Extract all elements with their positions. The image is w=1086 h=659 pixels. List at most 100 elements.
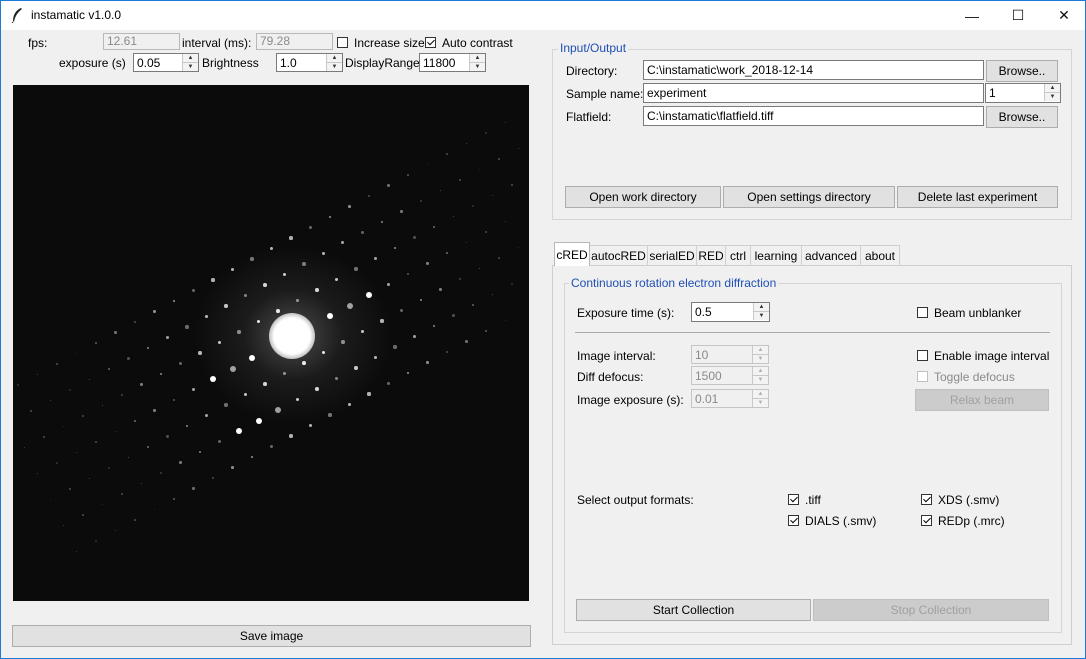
tab-label: cRED	[556, 247, 588, 262]
diffraction-spot	[465, 142, 468, 145]
spin-up-icon[interactable]: ▲	[754, 303, 769, 312]
flatfield-input[interactable]: C:\instamatic\flatfield.tiff	[643, 106, 984, 126]
increase-size-checkbox[interactable]	[337, 37, 348, 48]
diffraction-spot	[471, 303, 475, 307]
diffraction-spot	[308, 423, 313, 428]
tab-advanced[interactable]: advanced	[801, 245, 861, 265]
diffraction-image[interactable]	[13, 85, 529, 601]
diffraction-spot	[367, 392, 371, 396]
sample-name-input[interactable]: experiment	[643, 83, 984, 103]
dials-checkbox[interactable]	[788, 515, 799, 526]
spin-down-icon[interactable]: ▼	[754, 312, 769, 320]
diffraction-spot	[452, 314, 455, 317]
diff-defocus-spinbox: 1500 ▲ ▼	[691, 366, 769, 385]
diffraction-spot	[179, 461, 182, 464]
diffraction-spot	[439, 189, 442, 192]
stop-collection-button: Stop Collection	[813, 599, 1049, 621]
tab-serialed[interactable]: serialED	[647, 245, 697, 265]
tiff-checkbox[interactable]	[788, 494, 799, 505]
close-button[interactable]: ✕	[1041, 1, 1086, 30]
spin-down-icon[interactable]: ▼	[327, 63, 342, 71]
save-image-button[interactable]: Save image	[12, 625, 531, 647]
tab-label: RED	[698, 248, 724, 263]
diffraction-spot	[465, 241, 468, 244]
diffraction-spot	[302, 262, 306, 266]
auto-contrast-checkbox[interactable]	[425, 37, 436, 48]
diff-defocus-label: Diff defocus:	[577, 370, 644, 384]
tab-red[interactable]: RED	[696, 245, 726, 265]
redp-checkbox[interactable]	[921, 515, 932, 526]
exposure-time-spinbox[interactable]: 0.5 ▲ ▼	[691, 302, 770, 322]
tab-autocred[interactable]: autocRED	[589, 245, 648, 265]
diffraction-spot	[166, 435, 169, 438]
diffraction-spot	[224, 304, 228, 308]
maximize-button[interactable]: ☐	[995, 1, 1041, 30]
spin-up-icon[interactable]: ▲	[327, 54, 342, 63]
spin-up-icon[interactable]: ▲	[470, 54, 485, 63]
diffraction-spot	[153, 310, 156, 313]
tiff-label: .tiff	[805, 493, 821, 507]
diffraction-spot	[472, 205, 474, 207]
diffraction-spot	[250, 257, 254, 261]
flatfield-browse-button[interactable]: Browse..	[986, 106, 1058, 128]
spin-down-icon[interactable]: ▼	[183, 63, 198, 71]
open-work-directory-label: Open work directory	[589, 190, 697, 204]
diffraction-spot	[62, 524, 65, 527]
delete-last-experiment-button[interactable]: Delete last experiment	[897, 186, 1058, 208]
spin-down-icon[interactable]: ▼	[470, 63, 485, 71]
sample-name-label: Sample name:	[566, 87, 644, 101]
diffraction-spot	[133, 419, 137, 423]
diffraction-spot	[445, 251, 449, 255]
enable-image-interval-label: Enable image interval	[934, 349, 1050, 363]
tab-ctrl[interactable]: ctrl	[725, 245, 751, 265]
tab-label: autocRED	[591, 248, 646, 263]
diffraction-spot	[328, 413, 332, 417]
sample-number-spinbox[interactable]: 1 ▲ ▼	[985, 83, 1061, 103]
diffraction-spot	[36, 472, 39, 475]
brightness-spinbox[interactable]: 1.0 ▲ ▼	[276, 53, 343, 72]
diffraction-spot	[387, 283, 390, 286]
directory-browse-button[interactable]: Browse..	[986, 60, 1058, 82]
enable-image-interval-checkbox[interactable]	[917, 350, 928, 361]
open-settings-directory-button[interactable]: Open settings directory	[723, 186, 895, 208]
interval-label: interval (ms):	[182, 36, 252, 50]
xds-checkbox[interactable]	[921, 494, 932, 505]
tab-learning[interactable]: learning	[750, 245, 802, 265]
close-icon: ✕	[1058, 7, 1070, 23]
diffraction-spot	[367, 194, 371, 198]
diffraction-spot	[82, 514, 84, 516]
exposure-spinbox[interactable]: 0.05 ▲ ▼	[133, 53, 199, 72]
diffraction-spot	[153, 508, 156, 511]
spin-down-icon[interactable]: ▼	[1045, 93, 1060, 101]
start-collection-button[interactable]: Start Collection	[576, 599, 811, 621]
open-work-directory-button[interactable]: Open work directory	[565, 186, 721, 208]
diffraction-spot	[250, 455, 254, 459]
display-range-spinbox[interactable]: 11800 ▲ ▼	[419, 53, 486, 72]
feather-icon	[11, 8, 22, 23]
beam-unblanker-checkbox[interactable]	[917, 307, 928, 318]
diffraction-spot	[504, 319, 507, 322]
spin-up-icon[interactable]: ▲	[1045, 84, 1060, 93]
minimize-button[interactable]: —	[949, 1, 995, 30]
diffraction-spot	[121, 493, 123, 495]
spin-up-icon[interactable]: ▲	[183, 54, 198, 63]
directory-input[interactable]: C:\instamatic\work_2018-12-14	[643, 60, 984, 80]
tab-label: serialED	[649, 248, 695, 263]
diffraction-spot	[275, 407, 281, 413]
diffraction-spot	[517, 147, 520, 150]
diffraction-spot	[75, 550, 78, 553]
diffraction-spot	[211, 476, 215, 480]
diffraction-spot	[198, 450, 202, 454]
diffraction-spot	[406, 371, 410, 375]
diffraction-spot	[94, 341, 97, 344]
diffraction-spot	[82, 415, 84, 417]
diffraction-spot	[426, 361, 429, 364]
tab-about[interactable]: about	[860, 245, 900, 265]
diffraction-spot	[192, 487, 195, 490]
diffraction-spot	[289, 434, 293, 438]
tab-cred[interactable]: cRED	[554, 242, 590, 266]
spin-up-icon: ▲	[753, 390, 768, 399]
relax-beam-label: Relax beam	[949, 393, 1015, 407]
diffraction-spot	[276, 309, 280, 313]
diffraction-spot	[205, 414, 208, 417]
